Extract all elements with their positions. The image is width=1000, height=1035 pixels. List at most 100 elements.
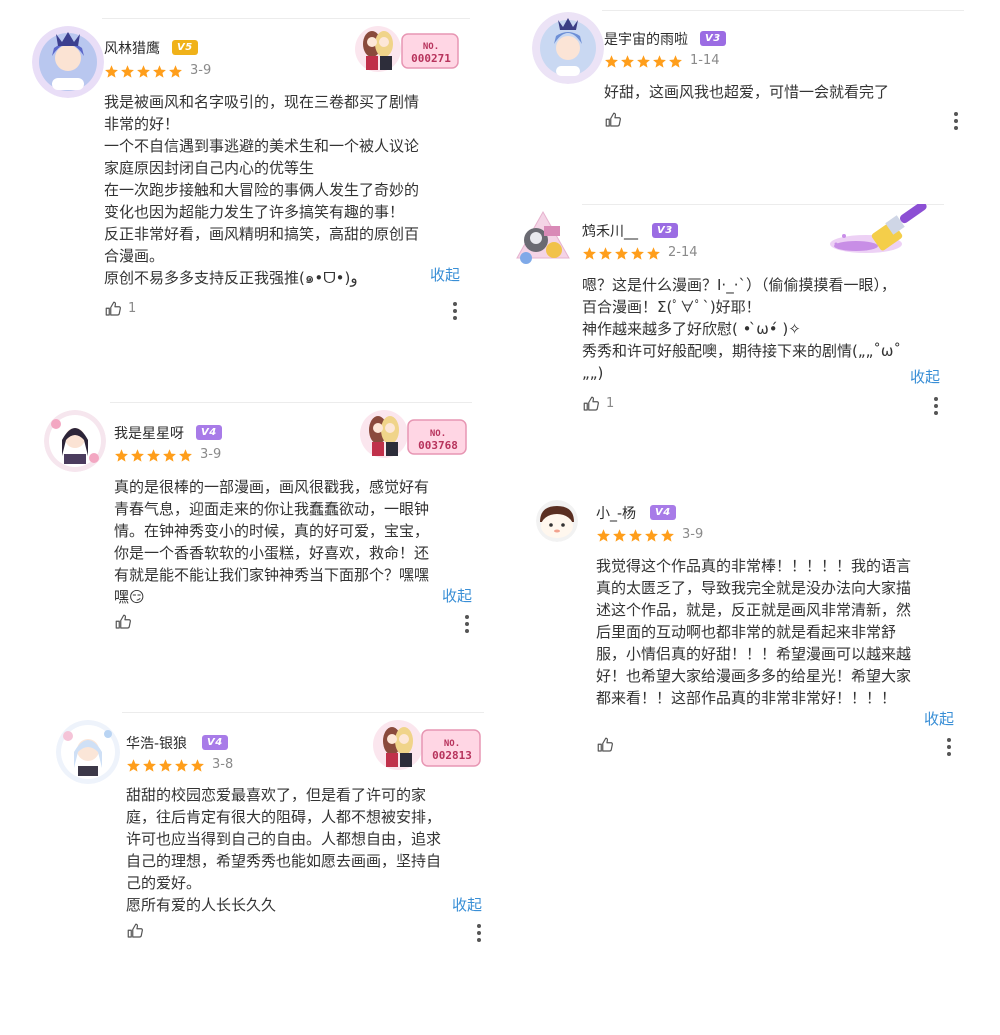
star-icon [636, 54, 651, 69]
star-icon [644, 528, 659, 543]
user-avatar[interactable] [44, 410, 106, 472]
sticker-number: NO. 003768 [418, 429, 458, 452]
more-vertical-icon[interactable] [933, 397, 939, 415]
user-avatar[interactable] [56, 720, 120, 784]
paintbrush-sticker [826, 204, 938, 264]
review-date: 1-14 [690, 53, 720, 68]
star-rating [596, 528, 676, 543]
review-card: 小_-杨 V4 3-9 我觉得这个作品真的非常棒！！！！！我的语言 真的太匮乏了… [536, 492, 976, 762]
star-icon [152, 64, 167, 79]
user-avatar[interactable] [514, 210, 572, 268]
star-icon [646, 246, 661, 261]
review-card: 我是星星呀 V4 3-9 NO. 003768 真的是很棒的一部漫画，画风很戳我… [44, 402, 484, 642]
sticker-number: NO. 000271 [411, 42, 451, 65]
user-avatar[interactable] [532, 12, 604, 84]
star-icon [142, 758, 157, 773]
star-icon [104, 64, 119, 79]
like-button[interactable] [596, 736, 620, 754]
collapse-link[interactable]: 收起 [452, 894, 482, 915]
star-icon [174, 758, 189, 773]
star-icon [660, 528, 675, 543]
level-badge: V3 [652, 223, 678, 238]
collapse-link[interactable]: 收起 [910, 366, 940, 387]
star-rating [582, 246, 662, 261]
like-button[interactable] [126, 922, 150, 940]
review-date: 2-14 [668, 245, 698, 260]
username[interactable]: 小_-杨 [596, 503, 636, 523]
review-card: 鸩禾川__ V3 2-14 嗯？这是什么漫画？I·_·`）（偷偷摸摸看一眼）， … [514, 204, 964, 419]
star-icon [126, 758, 141, 773]
sticker-number: NO. 002813 [432, 739, 472, 762]
star-icon [614, 246, 629, 261]
star-icon [130, 448, 145, 463]
review-text: 我觉得这个作品真的非常棒！！！！！我的语言 真的太匮乏了，导致我完全就是没办法向… [596, 557, 912, 707]
thumbs-up-icon [105, 301, 121, 316]
more-vertical-icon[interactable] [946, 738, 952, 756]
star-icon [168, 64, 183, 79]
more-vertical-icon[interactable] [953, 112, 959, 130]
star-icon [146, 448, 161, 463]
collapse-link[interactable]: 收起 [430, 264, 460, 285]
username[interactable]: 风林猎鹰 [104, 38, 160, 58]
review-date: 3-8 [212, 757, 234, 772]
star-rating [126, 758, 206, 773]
star-icon [668, 54, 683, 69]
more-vertical-icon[interactable] [476, 924, 482, 942]
thumbs-up-icon [583, 396, 599, 411]
star-icon [136, 64, 151, 79]
thumbs-up-icon [127, 923, 143, 938]
star-icon [652, 54, 667, 69]
star-icon [598, 246, 613, 261]
review-date: 3-9 [190, 63, 212, 78]
like-count: 1 [606, 396, 615, 411]
divider [122, 712, 484, 713]
like-count: 1 [128, 301, 137, 316]
review-text: 我是被画风和名字吸引的，现在三卷都买了剧情 非常的好！ 一个不自信遇到事逃避的美… [104, 93, 420, 287]
divider [110, 402, 472, 403]
star-icon [120, 64, 135, 79]
star-icon [190, 758, 205, 773]
username[interactable]: 华浩-银狼 [126, 733, 187, 753]
star-icon [158, 758, 173, 773]
star-icon [114, 448, 129, 463]
more-vertical-icon[interactable] [452, 302, 458, 320]
star-rating [104, 64, 184, 79]
collapse-link[interactable]: 收起 [924, 708, 954, 729]
review-text: 甜甜的校园恋爱最喜欢了，但是看了许可的家 庭，往后肯定有很大的阻碍，人都不想被安… [126, 786, 442, 914]
level-badge: V5 [172, 40, 198, 55]
divider [602, 10, 964, 11]
level-badge: V4 [196, 425, 222, 440]
review-date: 3-9 [200, 447, 222, 462]
review-date: 3-9 [682, 527, 704, 542]
star-icon [628, 528, 643, 543]
like-button[interactable]: 1 [104, 300, 136, 318]
star-icon [178, 448, 193, 463]
user-avatar[interactable] [32, 26, 104, 98]
review-text: 真的是很棒的一部漫画，画风很戳我，感觉好有 青春气息，迎面走来的你让我蠢蠢欲动，… [114, 478, 430, 606]
star-icon [604, 54, 619, 69]
collapse-link[interactable]: 收起 [442, 585, 472, 606]
star-icon [582, 246, 597, 261]
star-icon [596, 528, 611, 543]
review-text: 嗯？这是什么漫画？I·_·`）（偷偷摸摸看一眼）， 百合漫画！Σ(ﾟ∀ﾟ`)好耶… [582, 276, 901, 382]
review-card: 华浩-银狼 V4 3-8 NO. 002813 甜甜的校园恋爱最喜欢了，但是看了… [56, 712, 496, 952]
username[interactable]: 我是星星呀 [114, 423, 184, 443]
like-button[interactable] [604, 111, 628, 129]
review-text: 好甜，这画风我也超爱，可惜一会就看完了 [604, 83, 890, 101]
thumbs-up-icon [605, 112, 621, 127]
star-icon [630, 246, 645, 261]
user-avatar[interactable] [536, 500, 578, 542]
level-badge: V4 [650, 505, 676, 520]
level-badge: V4 [202, 735, 228, 750]
like-button[interactable]: 1 [582, 395, 614, 413]
like-button[interactable] [114, 613, 138, 631]
username[interactable]: 鸩禾川__ [582, 221, 638, 241]
star-icon [620, 54, 635, 69]
thumbs-up-icon [597, 737, 613, 752]
review-card: 风林猎鹰 V5 3-9 NO. 000271 我是被画风和名字吸引的，现在三卷都… [32, 18, 472, 328]
username[interactable]: 是宇宙的雨啦 [604, 29, 688, 49]
review-card: 是宇宙的雨啦 V3 1-14 好甜，这画风我也超爱，可惜一会就看完了 [532, 8, 972, 133]
level-badge: V3 [700, 31, 726, 46]
star-icon [612, 528, 627, 543]
more-vertical-icon[interactable] [464, 615, 470, 633]
